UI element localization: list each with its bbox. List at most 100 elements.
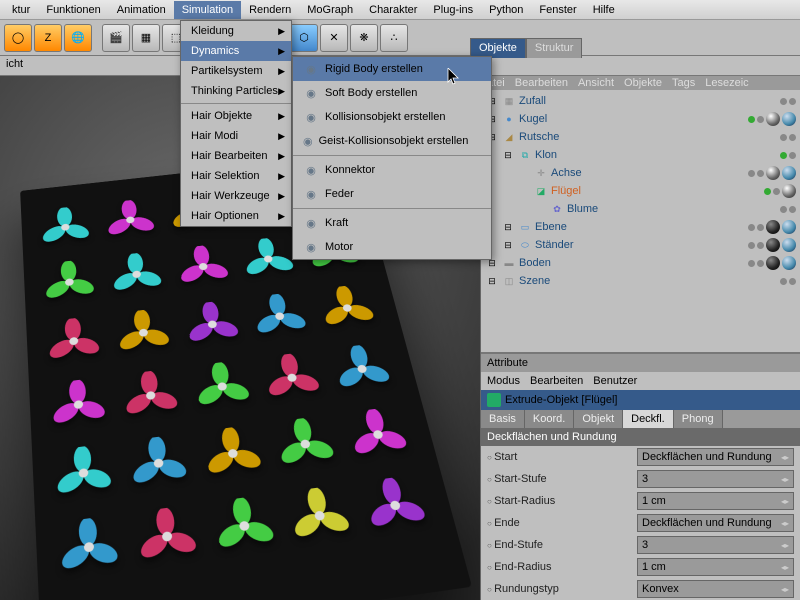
menu-animation[interactable]: Animation [109,1,174,19]
menu-item[interactable]: Hair Werkzeuge▶ [181,186,291,206]
tag-icon[interactable] [766,166,780,180]
menu-item[interactable]: ◉Kraft [293,211,491,235]
menu-item[interactable]: ◉Kollisionsobjekt erstellen [293,105,491,129]
tool-icon[interactable]: 🌐 [64,24,92,52]
property-value[interactable]: 1 cm◂▸ [637,558,794,576]
expand-icon[interactable] [533,202,547,216]
dynamics-submenu[interactable]: ◉Rigid Body erstellen◉Soft Body erstelle… [292,56,492,260]
tool-icon[interactable]: ✕ [320,24,348,52]
menu-item[interactable]: Hair Optionen▶ [181,206,291,226]
scene-icon: ◫ [502,274,516,288]
menu-item[interactable]: ◉Konnektor [293,158,491,182]
tag-icon[interactable] [782,112,796,126]
expand-icon[interactable] [517,166,531,180]
cube-icon: ▦ [502,94,516,108]
tag-icon[interactable] [766,238,780,252]
property-value[interactable]: Deckflächen und Rundung◂▸ [637,514,794,532]
objpanel-menu-item[interactable]: Lesezeic [705,77,748,89]
attr-menu-item[interactable]: Bearbeiten [530,375,583,387]
property-value[interactable]: Konvex◂▸ [637,580,794,598]
expand-icon[interactable]: ⊟ [485,274,499,288]
expand-icon[interactable]: ⊟ [501,220,515,234]
tree-label: Kugel [519,113,547,125]
attr-tab-phong[interactable]: Phong [674,410,723,428]
tree-row[interactable]: ✛Achse [481,164,800,182]
property-value[interactable]: 3◂▸ [637,536,794,554]
tag-icon[interactable] [782,238,796,252]
menu-item[interactable]: Thinking Particles▶ [181,81,291,101]
expand-icon[interactable]: ⊟ [501,238,515,252]
tag-icon[interactable] [782,166,796,180]
menu-rendern[interactable]: Rendern [241,1,299,19]
menu-item[interactable]: Hair Objekte▶ [181,106,291,126]
spinner-object [201,424,265,484]
tree-row[interactable]: ⊟▦Zufall [481,92,800,110]
property-value[interactable]: 1 cm◂▸ [637,492,794,510]
tool-icon[interactable]: Z [34,24,62,52]
objpanel-menu-item[interactable]: Objekte [624,77,662,89]
menu-item[interactable]: ◉Soft Body erstellen [293,81,491,105]
menu-item[interactable]: ◉Motor [293,235,491,259]
tag-icon[interactable] [782,256,796,270]
tab-objekte[interactable]: Objekte [470,38,526,58]
simulation-menu[interactable]: Kleidung▶Dynamics▶Partikelsystem▶Thinkin… [180,20,292,227]
tree-row[interactable]: ⊟⬭Ständer [481,236,800,254]
tag-icon[interactable] [766,112,780,126]
property-label: Start-Radius [487,495,637,507]
menu-item[interactable]: Partikelsystem▶ [181,61,291,81]
menu-item[interactable]: Hair Selektion▶ [181,166,291,186]
menu-item-icon: ◉ [303,186,319,202]
tag-icon[interactable] [766,220,780,234]
tab-struktur[interactable]: Struktur [526,38,583,58]
menu-hilfe[interactable]: Hilfe [585,1,623,19]
tool-icon[interactable]: ▦ [132,24,160,52]
tree-row[interactable]: ⊟▬Boden [481,254,800,272]
menu-item[interactable]: ◉Feder [293,182,491,206]
spinner-object [240,236,298,283]
menu-plug-ins[interactable]: Plug-ins [425,1,481,19]
tool-icon[interactable]: ◯ [4,24,32,52]
tree-row[interactable]: ⊟⧉Klon [481,146,800,164]
tool-icon[interactable]: ⬡ [290,24,318,52]
tree-row[interactable]: ⊟◫Szene [481,272,800,290]
menu-item[interactable]: Kleidung▶ [181,21,291,41]
objpanel-menu-item[interactable]: Bearbeiten [515,77,568,89]
tree-row[interactable]: ◪Flügel [481,182,800,200]
tag-icon[interactable] [766,256,780,270]
tree-row[interactable]: ⊟◢Rutsche [481,128,800,146]
attr-tab-objekt[interactable]: Objekt [574,410,623,428]
expand-icon[interactable] [517,184,531,198]
menu-item[interactable]: Hair Bearbeiten▶ [181,146,291,166]
attr-tab-basis[interactable]: Basis [481,410,525,428]
tag-icon[interactable] [782,220,796,234]
menu-mograph[interactable]: MoGraph [299,1,361,19]
attr-menu-item[interactable]: Modus [487,375,520,387]
tool-icon[interactable]: ∴ [380,24,408,52]
menu-funktionen[interactable]: Funktionen [38,1,108,19]
main-toolbar: ◯ Z 🌐 🎬 ▦ ⬚ ◧ ◆ ◈ ⬡ ✕ ❋ ∴ [0,20,800,56]
attr-menu-item[interactable]: Benutzer [593,375,637,387]
expand-icon[interactable]: ⊟ [501,148,515,162]
menu-item[interactable]: Hair Modi▶ [181,126,291,146]
menu-simulation[interactable]: Simulation [174,1,241,19]
menu-fenster[interactable]: Fenster [531,1,584,19]
object-tree[interactable]: ⊟▦Zufall⊟●Kugel⊟◢Rutsche⊟⧉Klon✛Achse◪Flü… [481,90,800,292]
tree-row[interactable]: ✿Blume [481,200,800,218]
menu-python[interactable]: Python [481,1,531,19]
tool-icon[interactable]: ❋ [350,24,378,52]
menu-ktur[interactable]: ktur [4,1,38,19]
property-value[interactable]: Deckflächen und Rundung◂▸ [637,448,794,466]
tree-row[interactable]: ⊟●Kugel [481,110,800,128]
tree-row[interactable]: ⊟▭Ebene [481,218,800,236]
menu-item[interactable]: Dynamics▶ [181,41,291,61]
objpanel-menu-item[interactable]: Tags [672,77,695,89]
tag-icon[interactable] [782,184,796,198]
menu-charakter[interactable]: Charakter [361,1,425,19]
menu-item[interactable]: ◉Geist-Kollisionsobjekt erstellen [293,129,491,153]
tool-icon[interactable]: 🎬 [102,24,130,52]
property-value[interactable]: 3◂▸ [637,470,794,488]
objpanel-menu-item[interactable]: Ansicht [578,77,614,89]
menu-item[interactable]: ◉Rigid Body erstellen [293,57,491,81]
attr-tab-koord.[interactable]: Koord. [525,410,574,428]
attr-tab-deckfl.[interactable]: Deckfl. [623,410,674,428]
